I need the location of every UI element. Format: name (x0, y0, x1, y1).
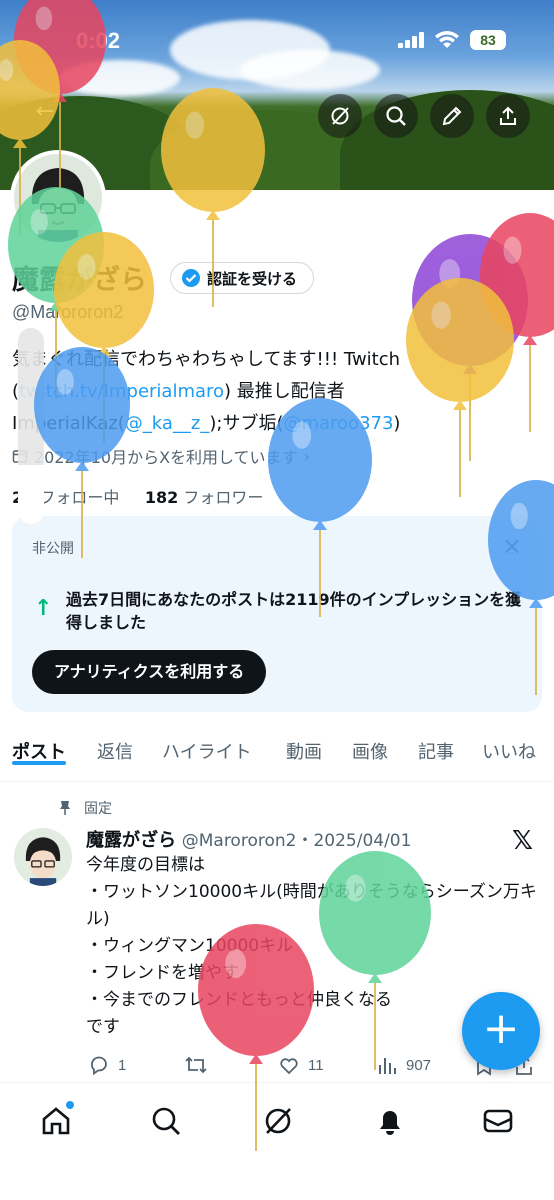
avatar-illustration (14, 154, 102, 242)
search-icon (152, 1107, 180, 1135)
compose-post-button[interactable]: + (462, 992, 540, 1070)
profile-handle: @Marororon2 (12, 302, 124, 322)
tab-highlights[interactable]: ハイライト (162, 724, 252, 764)
profile-avatar[interactable] (10, 150, 106, 246)
grok-icon (265, 1108, 291, 1134)
post-author[interactable]: 魔露がざら (86, 830, 176, 851)
views-button[interactable]: 907 (376, 1054, 431, 1076)
post-header: 魔露がざら @Marororon2・2025/04/01 (86, 826, 411, 852)
post-handle-date: @Marororon2・2025/04/01 (181, 831, 412, 851)
followers-count: 182 (144, 488, 179, 507)
followers-label: フォロワー (183, 488, 264, 507)
search-icon (386, 106, 406, 126)
profile-bio: 気まぐれ配信でわちゃわちゃしてます!!! Twitch (twitch.tv/I… (12, 349, 401, 434)
battery-indicator: 83 (470, 30, 506, 50)
joined-date[interactable]: 2022年10月からXを利用しています › (12, 444, 310, 468)
nav-grok[interactable] (258, 1101, 298, 1141)
pinned-label: 固定 (84, 801, 112, 817)
avatar-illustration (14, 828, 72, 886)
bio-link-kaz[interactable]: @_ka__z_ (125, 413, 210, 434)
nav-notifications[interactable] (370, 1101, 410, 1141)
nav-home[interactable] (36, 1101, 76, 1141)
search-button[interactable] (374, 94, 418, 138)
nav-search[interactable] (146, 1101, 186, 1141)
grok-icon (331, 107, 349, 125)
post-line: 今年度の目標は (86, 855, 205, 875)
volume-indicator (18, 328, 44, 524)
post-avatar[interactable] (14, 828, 72, 886)
pinned-indicator: 固定 (58, 798, 112, 818)
get-verified-button[interactable]: 認証を受ける (170, 262, 315, 294)
view-count: 907 (406, 1056, 432, 1074)
repost-icon (185, 1056, 207, 1074)
tab-likes[interactable]: いいね (482, 724, 536, 764)
repost-button[interactable] (184, 1054, 208, 1076)
share-button[interactable] (486, 94, 530, 138)
heart-icon (280, 1058, 298, 1075)
bio-link-sub[interactable]: @maroo373 (283, 413, 393, 434)
post-line: ・フレンドを増やす (86, 963, 239, 983)
bio-text: );サブ垢( (209, 413, 284, 434)
back-button[interactable]: ← (28, 95, 62, 129)
edit-icon (442, 106, 462, 126)
verified-badge-icon (182, 269, 200, 287)
like-count: 11 (308, 1056, 324, 1074)
bell-icon (380, 1111, 400, 1135)
reply-icon (91, 1056, 107, 1076)
reply-count: 1 (118, 1056, 127, 1074)
joined-label: 2022年10月からXを利用しています (34, 448, 298, 467)
chevron-right-icon: › (303, 446, 310, 466)
close-icon[interactable]: × (502, 532, 522, 560)
private-label: 非公開 (32, 541, 74, 557)
get-verified-label: 認証を受ける (207, 269, 298, 288)
profile-name: 魔露がざら (12, 265, 147, 296)
notification-dot (66, 1101, 74, 1109)
nav-messages[interactable] (478, 1101, 518, 1141)
like-button[interactable]: 11 (278, 1054, 324, 1076)
post-actions: 1 11 907 (86, 1054, 536, 1082)
edit-button[interactable] (430, 94, 474, 138)
bottom-navigation (0, 1082, 554, 1200)
mail-icon (483, 1109, 513, 1133)
views-icon (379, 1058, 396, 1074)
profile-tabs: ポスト 返信 ハイライト 動画 画像 記事 いいね (0, 724, 554, 782)
post-line: ・ウィングマン10000キル (86, 936, 294, 956)
status-bar: 0:02 83 (0, 28, 554, 58)
tab-videos[interactable]: 動画 (286, 724, 322, 764)
analytics-card: 非公開 × ↑ 過去7日間にあなたのポストは2119件のインプレッションを獲得し… (12, 516, 542, 712)
bio-text: ) (393, 413, 401, 434)
tab-replies[interactable]: 返信 (97, 724, 133, 764)
tab-posts[interactable]: ポスト (12, 724, 66, 765)
impressions-message: 過去7日間にあなたのポストは2119件のインプレッションを獲得しました (66, 590, 522, 632)
analytics-button[interactable]: アナリティクスを利用する (32, 650, 267, 694)
followers-link[interactable]: 182 フォロワー (145, 488, 264, 507)
tab-articles[interactable]: 記事 (418, 724, 454, 764)
tab-images[interactable]: 画像 (352, 724, 388, 764)
bio-text: 気まぐれ配信でわちゃわちゃしてます!!! Twitch (12, 349, 401, 370)
post-line: ・ワットソン10000キル(時間がありそうならシーズン万キル) (86, 882, 537, 929)
following-label: フォロー中 (39, 488, 120, 507)
bio-link-twitch[interactable]: twitch.tv/Imperialmaro (19, 381, 224, 402)
home-icon (42, 1107, 70, 1135)
bio-text: ) 最推し配信者 (224, 381, 345, 402)
volume-level (18, 465, 44, 524)
status-time: 0:02 (76, 28, 121, 53)
pin-icon (60, 801, 70, 815)
share-icon (500, 106, 516, 125)
reply-button[interactable]: 1 (88, 1054, 126, 1076)
follow-stats: 25 フォロー中 182 フォロワー (12, 484, 263, 508)
cellular-signal-icon (398, 32, 424, 48)
wifi-icon (435, 31, 459, 48)
arrow-up-icon: ↑ (34, 596, 53, 621)
grok-button[interactable] (318, 94, 362, 138)
